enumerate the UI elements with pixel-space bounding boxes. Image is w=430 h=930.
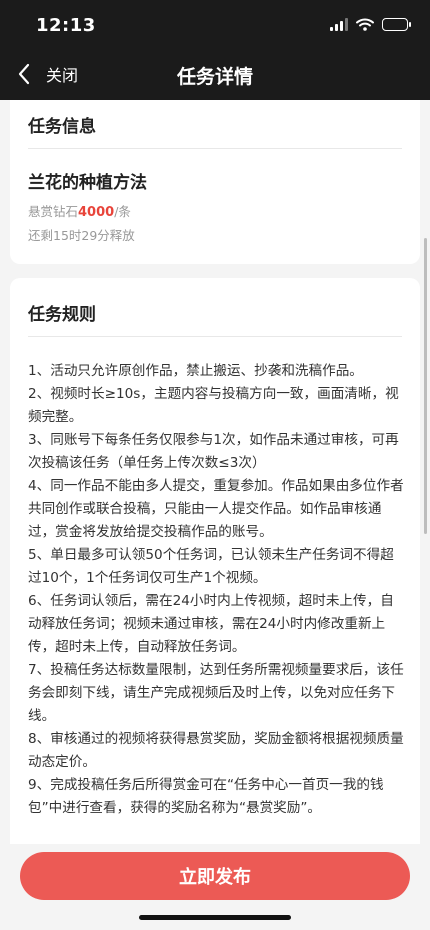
rule-item: 8、审核通过的视频将获得悬赏奖励，奖励金额将根据视频质量动态定价。 [28,731,404,770]
cellular-signal-icon [330,18,348,31]
battery-icon [382,18,411,31]
task-info-card: 任务信息 兰花的种植方法 悬赏钻石4000/条 还剩15时29分释放 [10,100,420,264]
status-icons [330,18,411,31]
status-time: 12:13 [36,15,96,36]
task-info-title: 任务信息 [28,117,96,137]
rule-item: 9、完成投稿任务后所得赏金可在“任务中心一首页一我的钱包”中进行查看，获得的奖励… [28,777,384,816]
task-rules-title: 任务规则 [28,305,96,325]
task-rules-card: 任务规则 1、活动只允许原创作品，禁止搬运、抄袭和洗稿作品。 2、视频时长≥10… [10,278,420,844]
rule-item: 1、活动只允许原创作品，禁止搬运、抄袭和洗稿作品。 [28,363,363,379]
content-scroll[interactable]: 任务信息 兰花的种植方法 悬赏钻石4000/条 还剩15时29分释放 任务规则 … [0,100,430,844]
rule-item: 7、投稿任务达标数量限制，达到任务所需视频量要求后，该任务会即刻下线，请生产完成… [28,662,404,724]
rule-item: 2、视频时长≥10s，主题内容与投稿方向一致，画面清晰，视频完整。 [28,386,399,425]
status-bar: 12:13 [0,0,430,50]
page-title: 任务详情 [176,66,253,88]
rule-item: 6、任务词认领后，需在24小时内上传视频，超时未上传，自动释放任务词；视频未通过… [28,593,394,655]
publish-button[interactable]: 立即发布 [20,852,410,900]
rule-item: 3、同账号下每条任务仅限参与1次，如作品未通过审核，可再次投稿该任务（单任务上传… [28,432,399,471]
reward-suffix: /条 [114,204,131,219]
home-indicator [139,915,291,920]
rules-list: 1、活动只允许原创作品，禁止搬运、抄袭和洗稿作品。 2、视频时长≥10s，主题内… [28,360,404,820]
bottom-bar: 立即发布 [0,844,430,930]
rule-item: 4、同一作品不能由多人提交，重复参加。作品如果由多位作者共同创作或联合投稿，只能… [28,478,404,540]
task-name: 兰花的种植方法 [28,173,147,193]
reward-amount: 4000 [78,205,115,220]
rule-item: 5、单日最多可认领50个任务词，已认领未生产任务词不得超过10个，1个任务词仅可… [28,547,394,586]
nav-bar: 关闭 任务详情 [0,50,430,100]
reward-prefix: 悬赏钻石 [28,204,79,219]
wifi-icon [356,18,374,31]
remaining-time: 还剩15时29分释放 [28,228,135,243]
scrollbar[interactable] [424,238,427,534]
divider [28,336,402,337]
reward-line: 悬赏钻石4000/条 [28,201,131,220]
divider [28,148,402,149]
